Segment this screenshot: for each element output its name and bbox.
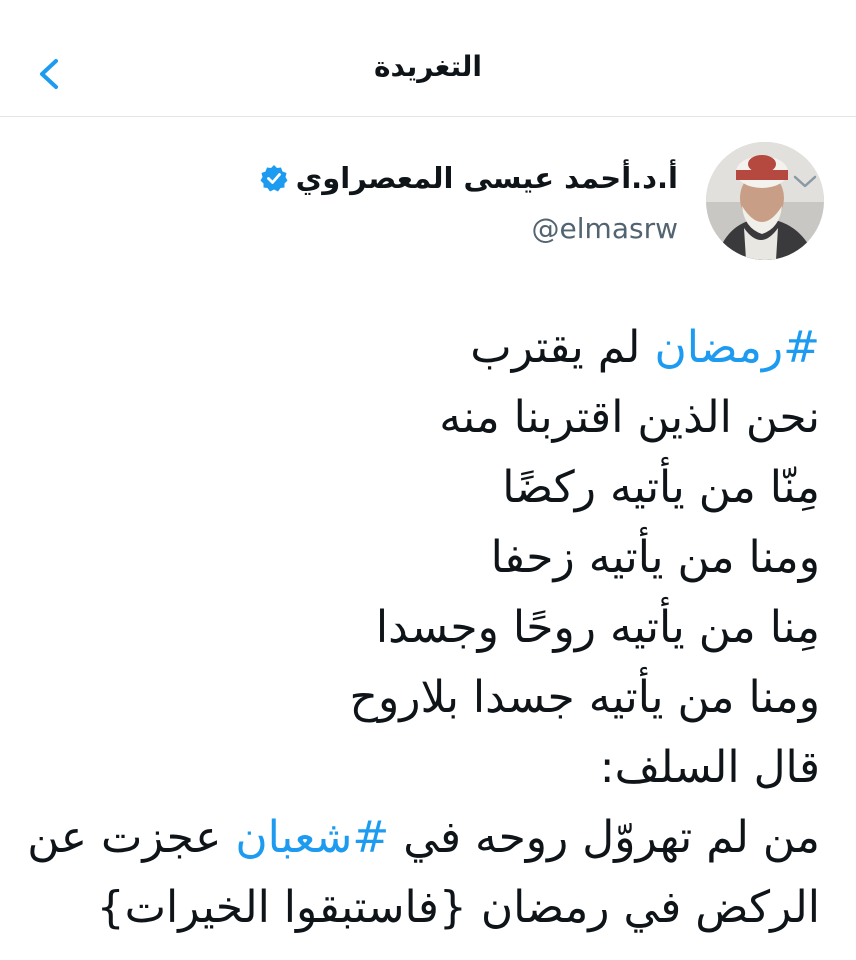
chevron-down-icon [793, 175, 817, 188]
author-handle[interactable]: @elmasrw [532, 212, 678, 245]
tweet-line: قال السلف: [599, 742, 820, 793]
tweet-line: #رمضان لم يقترب [30, 313, 820, 383]
author-row[interactable]: أ.د.أحمد عيسى المعصراوي [260, 161, 678, 195]
tweet-line: ومنا من يأتيه زحفا [490, 532, 820, 583]
avatar[interactable] [706, 142, 824, 260]
tweet: أ.د.أحمد عيسى المعصراوي @elmasrw #رمضان … [0, 117, 856, 960]
tweet-line-text: من لم تهروّل روحه في [389, 812, 820, 863]
tweet-line: نحن الذين اقتربنا منه [439, 392, 820, 443]
hashtag-link[interactable]: #شعبان [235, 812, 389, 863]
tweet-text: #رمضان لم يقترب نحن الذين اقتربنا منه مِ… [27, 313, 820, 943]
tweet-line: الركض في رمضان {فاستبقوا الخيرات} [96, 882, 820, 933]
tweet-line: مِنا من يأتيه روحًا وجسدا [375, 602, 820, 653]
verified-badge-icon [260, 164, 288, 192]
tweet-line-text: لم يقترب [470, 322, 655, 373]
display-name[interactable]: أ.د.أحمد عيسى المعصراوي [296, 161, 678, 195]
tweet-line: مِنّا من يأتيه ركضًا [502, 462, 820, 513]
tweet-line-text: عجزت عن [27, 812, 236, 863]
more-options-button[interactable] [788, 169, 822, 195]
tweet-line: ومنا من يأتيه جسدا بلاروح [349, 672, 820, 723]
avatar-image [706, 142, 824, 260]
page-title: التغريدة [374, 50, 482, 83]
tweet-line: من لم تهروّل روحه في #شعبان عجزت عن [27, 803, 820, 873]
hashtag-link[interactable]: #رمضان [654, 322, 820, 373]
top-bar: التغريدة [0, 0, 856, 117]
